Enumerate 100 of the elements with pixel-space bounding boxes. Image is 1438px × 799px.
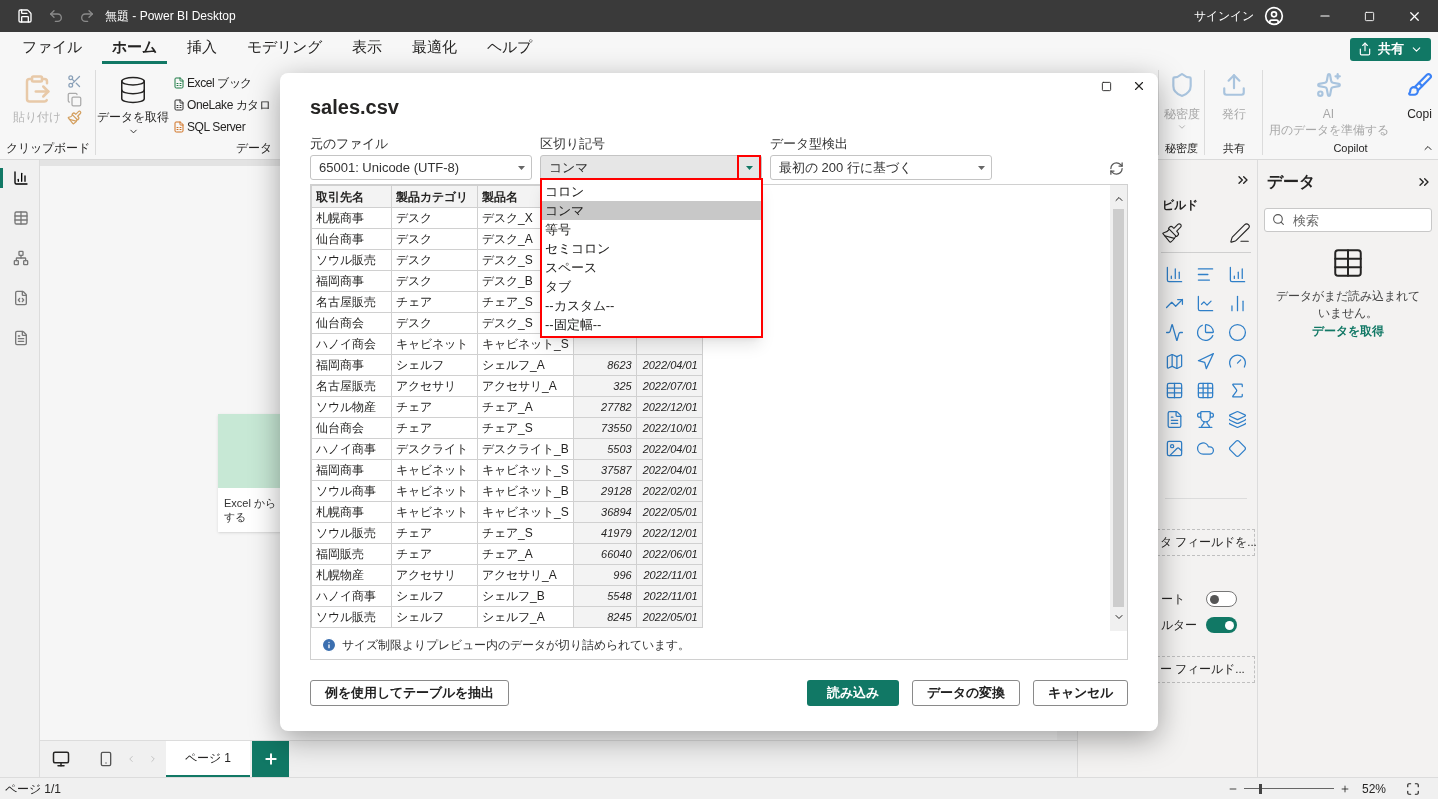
share-icon — [1358, 42, 1372, 56]
table-cell: シェルフ — [391, 354, 478, 376]
format-visual-icon[interactable] — [1161, 222, 1183, 244]
group-label: 共有 — [1222, 141, 1245, 155]
add-page-button[interactable] — [252, 740, 289, 778]
excel-file-icon — [173, 77, 185, 89]
table-cell: デスクライト — [391, 438, 478, 460]
table-cell: ソウル販売 — [311, 522, 392, 544]
table-cell: ハノイ商事 — [311, 438, 392, 460]
table-cell: チェア_S — [477, 522, 574, 544]
column-chart-icon[interactable] — [1165, 265, 1184, 284]
search-field[interactable]: 検索 — [1264, 208, 1432, 232]
donut-chart-icon[interactable] — [1227, 323, 1247, 342]
table-icon[interactable] — [1165, 381, 1184, 400]
table-cell: 福岡販売 — [311, 543, 392, 565]
menu-tab[interactable]: 最適化 — [402, 34, 467, 64]
dropdown-option[interactable]: コンマ — [542, 201, 761, 220]
zoom-in-icon[interactable] — [1339, 783, 1350, 794]
dialog-button[interactable]: 例を使用してテーブルを抽出 — [310, 680, 509, 706]
toggle-label: ート — [1161, 591, 1185, 608]
data-source-button[interactable]: OneLake カタロ — [173, 96, 271, 114]
layers-icon[interactable] — [1227, 410, 1247, 429]
arrow-icon[interactable] — [1196, 352, 1216, 371]
search-icon — [1272, 213, 1285, 226]
load-button[interactable]: 読み込み — [807, 680, 899, 706]
table-icon — [1331, 246, 1365, 280]
redo-icon[interactable] — [79, 8, 95, 24]
dropdown-option[interactable]: スペース — [542, 258, 761, 277]
image-icon[interactable] — [1165, 439, 1184, 458]
menu-tab[interactable]: 挿入 — [177, 34, 227, 64]
get-data-link[interactable]: データを取得 — [1264, 322, 1432, 340]
data-source-button[interactable]: SQL Server — [173, 118, 271, 136]
database-file-icon — [173, 121, 185, 133]
dropdown-field[interactable]: コンマ — [540, 155, 762, 180]
table-cell: シェルフ_A — [477, 354, 574, 376]
cloud-icon[interactable] — [1196, 439, 1216, 458]
pie-chart-icon[interactable] — [1196, 323, 1216, 342]
close-icon[interactable] — [1132, 79, 1146, 93]
mobile-layout-icon[interactable] — [98, 750, 114, 768]
refresh-icon[interactable] — [1109, 161, 1124, 176]
undo-icon[interactable] — [48, 8, 64, 24]
copy-icon[interactable] — [67, 92, 82, 107]
line-chart-icon[interactable] — [1196, 294, 1216, 313]
menu-tab[interactable]: 表示 — [342, 34, 392, 64]
dropdown-option[interactable]: --カスタム-- — [542, 296, 761, 315]
maximize-icon[interactable] — [1101, 80, 1112, 92]
table-cell: チェア — [391, 291, 478, 313]
zoom-slider[interactable] — [1243, 783, 1334, 794]
format-painter-icon[interactable] — [67, 110, 82, 125]
table-cell: キャビネット — [391, 501, 478, 523]
toggle-switch[interactable] — [1206, 591, 1237, 607]
catalog-file-icon — [173, 99, 185, 111]
save-icon[interactable] — [17, 8, 33, 24]
get-data-button[interactable]: データを取得 — [97, 74, 169, 137]
dropdown-option[interactable]: --固定幅-- — [542, 315, 761, 334]
data-source-button[interactable]: Excel ブック — [173, 74, 271, 92]
bar-chart-icon[interactable] — [1196, 265, 1216, 284]
menu-tab[interactable]: モデリング — [237, 34, 332, 64]
gauge-icon[interactable] — [1227, 352, 1247, 371]
table-cell: デスク — [391, 228, 478, 250]
empty-message: データがまだ読み込まれていません。 — [1275, 288, 1421, 322]
fit-page-icon[interactable] — [1406, 781, 1420, 796]
dropdown-option[interactable]: セミコロン — [542, 239, 761, 258]
upload-icon — [1220, 72, 1247, 98]
cut-icon[interactable] — [67, 74, 82, 89]
table-cell: キャビネット — [391, 333, 478, 355]
matrix-icon[interactable] — [1196, 381, 1216, 400]
field-label: 区切り記号 — [540, 135, 606, 153]
document-icon[interactable] — [1165, 410, 1184, 429]
page-tab[interactable]: ページ 1 — [166, 740, 250, 778]
desktop-layout-icon[interactable] — [52, 750, 70, 768]
menu-tab[interactable]: ヘルプ — [477, 34, 542, 64]
dropdown-field[interactable]: 最初の 200 行に基づく — [770, 155, 992, 180]
avatar-icon[interactable] — [1264, 6, 1284, 26]
table-cell: シェルフ — [391, 606, 478, 628]
map-icon[interactable] — [1165, 352, 1184, 371]
dropdown-field[interactable]: 65001: Unicode (UTF-8) — [310, 155, 532, 180]
dropdown-option[interactable]: タブ — [542, 277, 761, 296]
table-cell: 福岡商事 — [311, 459, 392, 481]
sign-in-link[interactable]: サインイン — [1194, 7, 1254, 25]
table-cell: キャビネット — [391, 459, 478, 481]
dropdown-option[interactable]: 等号 — [542, 220, 761, 239]
scrollbar[interactable] — [1110, 185, 1127, 631]
stacked-column-icon[interactable] — [1227, 265, 1247, 284]
dialog-button[interactable]: キャンセル — [1033, 680, 1128, 706]
table-cell: 札幌商事 — [311, 207, 392, 229]
menu-tab[interactable]: ファイル — [12, 34, 92, 64]
share-button[interactable]: 共有 — [1350, 37, 1431, 61]
dialog-button[interactable]: データの変換 — [912, 680, 1020, 706]
scatter-chart-icon[interactable] — [1165, 323, 1184, 342]
trophy-icon[interactable] — [1196, 410, 1216, 429]
table-cell: アクセサリ — [391, 375, 478, 397]
dialog-title: sales.csv — [310, 95, 400, 120]
ribbon-button[interactable]: Copi — [1406, 72, 1433, 122]
diamond-icon[interactable] — [1227, 439, 1247, 458]
toggle-switch[interactable] — [1206, 617, 1237, 633]
edit-visual-icon[interactable] — [1229, 222, 1251, 244]
window-title: 無題 - Power BI Desktop — [105, 8, 236, 25]
table-cell: 仙台商事 — [311, 228, 392, 250]
table-cell: ハノイ商事 — [311, 585, 392, 607]
